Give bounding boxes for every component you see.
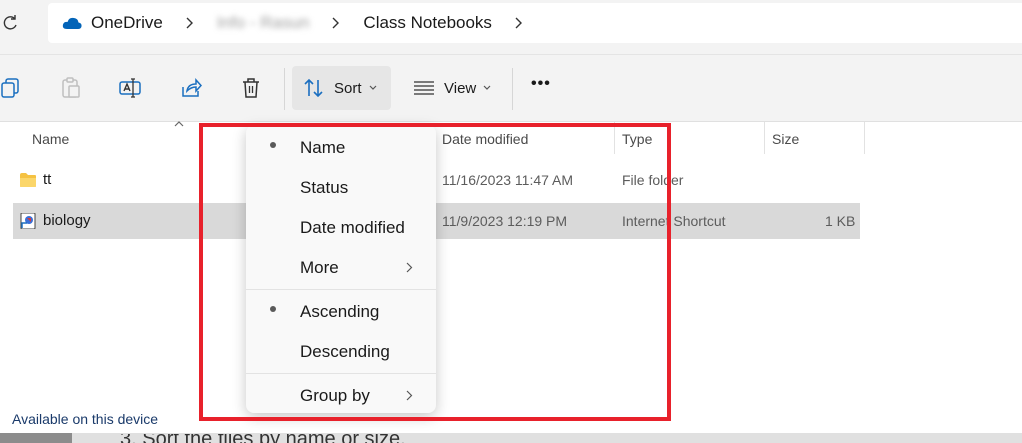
breadcrumb-onedrive[interactable]: OneDrive: [91, 13, 163, 33]
column-header-size[interactable]: Size: [772, 131, 799, 147]
more-options-button[interactable]: •••: [531, 75, 551, 93]
sort-label: Sort: [334, 80, 362, 97]
internet-shortcut-icon: [20, 213, 36, 229]
command-bar: Sort View •••: [0, 55, 1022, 122]
delete-icon[interactable]: [240, 77, 262, 99]
share-icon[interactable]: [180, 77, 202, 99]
column-header-name[interactable]: Name: [32, 131, 69, 147]
toolbar-divider: [512, 68, 513, 110]
file-name[interactable]: biology: [43, 212, 91, 229]
availability-status: Available on this device: [12, 411, 159, 427]
sort-arrows-icon: [304, 78, 323, 98]
rename-icon[interactable]: [119, 77, 141, 99]
chevron-down-icon: [369, 85, 377, 90]
address-bar-region: OneDrive Info - Rasun Class Notebooks: [0, 0, 1022, 55]
caption-fragment: 3. Sort the files by name or size.: [120, 434, 406, 443]
paste-icon[interactable]: [60, 77, 82, 99]
breadcrumb[interactable]: OneDrive Info - Rasun Class Notebooks: [48, 3, 1022, 43]
folder-icon: [20, 173, 36, 187]
refresh-icon[interactable]: [2, 14, 18, 32]
view-list-icon[interactable]: [413, 79, 435, 97]
toolbar-divider: [284, 68, 285, 110]
onedrive-cloud-icon: [62, 17, 82, 29]
chevron-right-icon[interactable]: [514, 17, 524, 29]
caption-clip: 3. Sort the files by name or size.: [120, 434, 520, 443]
sort-ascending-indicator-icon: [174, 121, 184, 127]
bottom-strip-dark: [0, 433, 72, 443]
file-size: 1 KB: [825, 213, 856, 229]
chevron-down-icon[interactable]: [483, 85, 491, 91]
sort-button[interactable]: Sort: [292, 66, 391, 110]
chevron-right-icon[interactable]: [185, 17, 195, 29]
copy-icon[interactable]: [0, 77, 22, 99]
view-label[interactable]: View: [444, 80, 476, 97]
file-name[interactable]: tt: [43, 171, 51, 188]
breadcrumb-blurred-folder[interactable]: Info - Rasun: [217, 13, 310, 33]
column-divider[interactable]: [864, 122, 865, 154]
chevron-right-icon[interactable]: [331, 17, 341, 29]
column-divider[interactable]: [764, 122, 765, 154]
breadcrumb-class-notebooks[interactable]: Class Notebooks: [363, 13, 492, 33]
annotation-highlight-box: [199, 123, 671, 421]
